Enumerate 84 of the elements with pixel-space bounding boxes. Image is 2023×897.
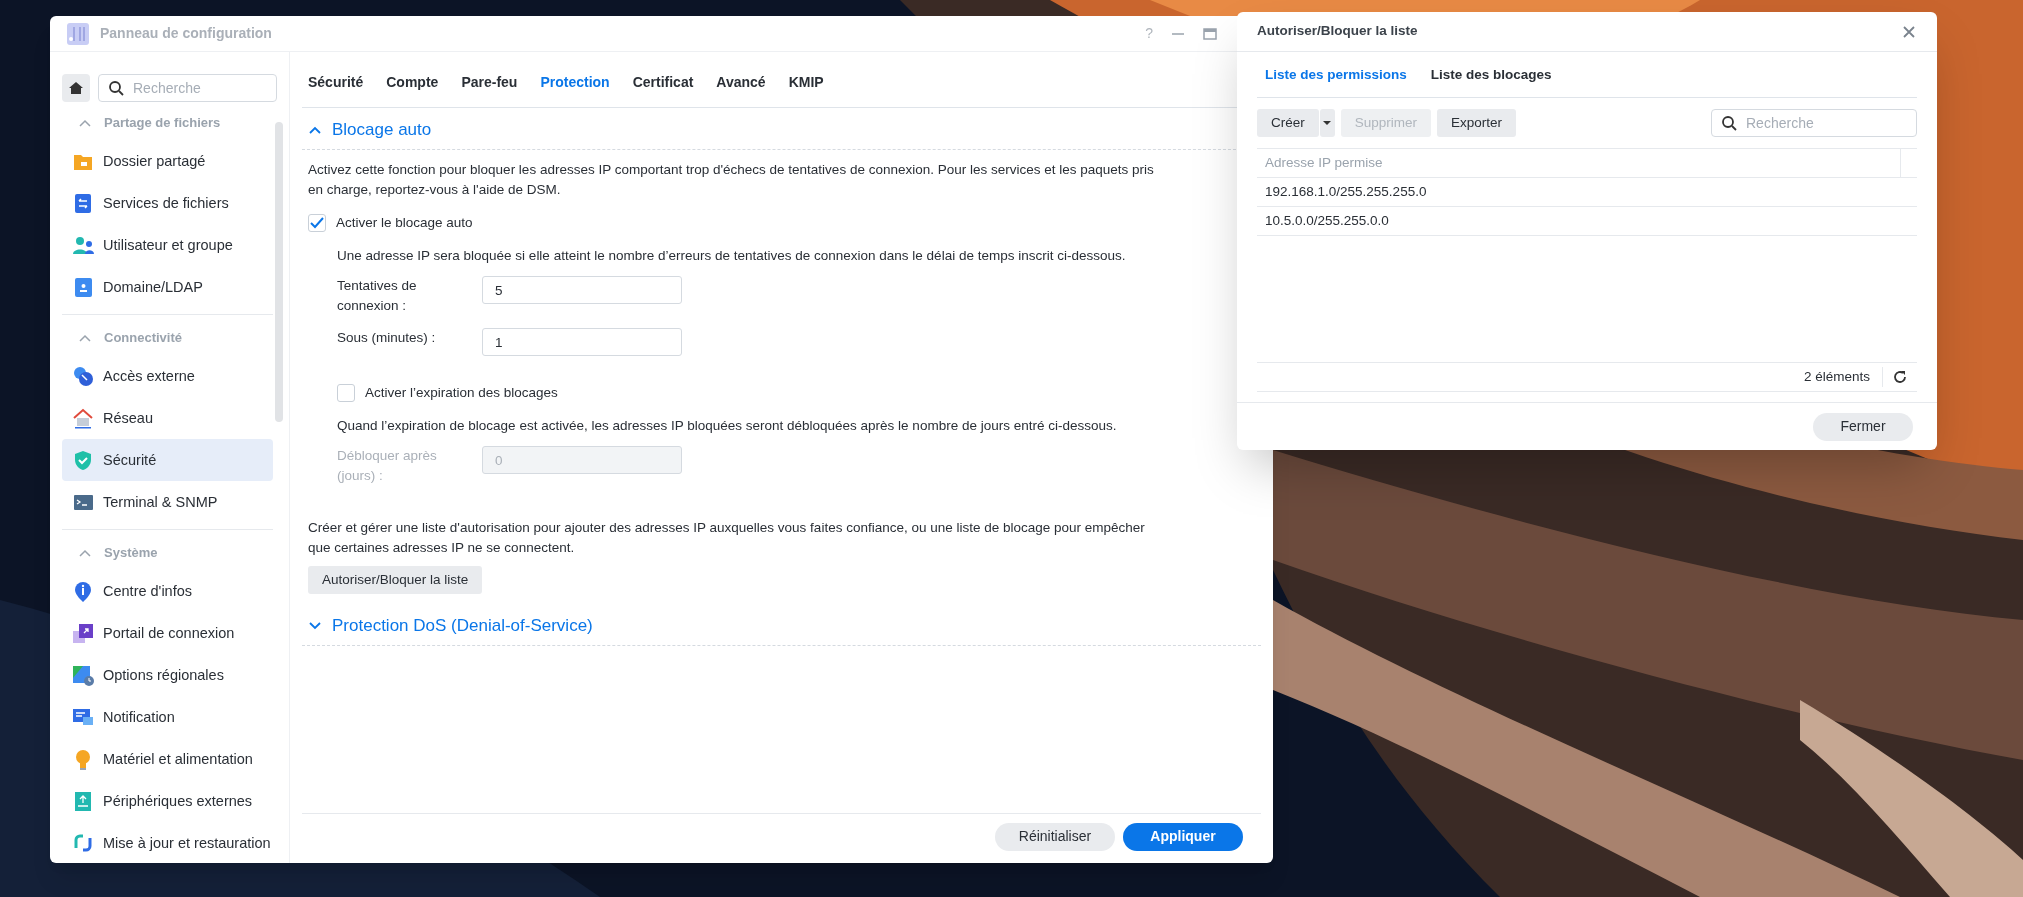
sidebar-item[interactable]: Domaine/LDAP — [62, 266, 273, 308]
contact-card-icon — [72, 276, 94, 298]
apply-button[interactable]: Appliquer — [1123, 822, 1243, 851]
minimize-icon — [1171, 32, 1185, 35]
sidebar-item[interactable]: Sécurité — [62, 439, 273, 481]
sidebar-item[interactable]: Options régionales — [62, 654, 273, 696]
search-icon — [1721, 115, 1737, 131]
checkbox-label: Activer le blocage auto — [336, 213, 473, 232]
maximize-icon — [1203, 26, 1217, 41]
map-clock-icon — [72, 664, 94, 686]
note-text: Une adresse IP sera bloquée si elle atteint le nombre d’erreurs de tentatives de connexion dans le délai de temps inscrit ci-dessous. — [336, 247, 1127, 265]
close-icon — [1903, 25, 1915, 38]
reset-button[interactable]: Réinitialiser — [995, 822, 1115, 851]
list-button[interactable]: Autoriser/Bloquer la liste — [308, 566, 483, 594]
sidebar-item[interactable]: Portail de connexion — [62, 612, 273, 654]
refresh-icon — [1893, 370, 1907, 384]
tab[interactable]: Protection — [540, 72, 610, 107]
item-count: 2 éléments — [1803, 366, 1883, 388]
description-text: Créer et gérer une liste d'autorisation pour ajouter des adresses IP auxquelles vous faites confiance, ou une liste de blocage pour empêcher que certaines adresses IP ne se connectent. — [308, 519, 1146, 557]
description-text: Activez cette fonction pour bloquer les adresses IP comportant trop d'échecs de tentatives de connexion. Pour les services et les paquets pris en charge, reportez-vous à l'aide de DSM. — [308, 161, 1155, 199]
tab[interactable]: Avancé — [716, 72, 766, 107]
note-text: Quand l’expiration de blocage est activée, les adresses IP bloquées seront débloquées après le nombre de jours entré ci-dessous. — [336, 417, 1118, 435]
sliders-icon — [66, 21, 90, 46]
tab[interactable]: Liste des blocages — [1430, 64, 1552, 97]
home-icon — [68, 80, 84, 96]
field-label: Sous (minutes) : — [337, 329, 437, 347]
close-dialog-button[interactable]: Fermer — [1813, 412, 1913, 441]
link-circles-icon — [72, 365, 94, 387]
checkbox-label: Activer l’expiration des blocages — [365, 383, 558, 402]
section-header[interactable]: Protection DoS (Denial-of-Service) — [308, 606, 593, 645]
table-cell-text: 10.5.0.0/255.255.0.0 — [1264, 211, 1390, 230]
field-label: Débloquer après (jours) : — [337, 447, 438, 485]
create-button[interactable]: Créer — [1257, 109, 1319, 137]
tab[interactable]: KMIP — [788, 72, 824, 107]
sidebar-item[interactable]: Périphériques externes — [62, 780, 273, 822]
caret-up-icon — [308, 124, 322, 135]
sidebar-item[interactable]: Utilisateur et groupe — [62, 224, 273, 266]
export-button[interactable]: Exporter — [1437, 109, 1517, 137]
tab[interactable]: Pare-feu — [461, 72, 518, 107]
sidebar-item[interactable]: Dossier partagé — [62, 140, 273, 182]
upload-drive-icon — [72, 790, 94, 812]
sidebar-item[interactable]: Terminal & SNMP — [62, 481, 273, 523]
field-label: Tentatives de connexion : — [337, 277, 418, 315]
tab[interactable]: Certificat — [632, 72, 694, 107]
sync-arrows-icon — [72, 832, 94, 854]
caret-up-icon — [78, 548, 92, 558]
search-icon — [108, 80, 124, 96]
scrollbar[interactable] — [275, 122, 283, 422]
tab[interactable]: Liste des permissions — [1265, 64, 1407, 97]
caret-down-icon — [1323, 120, 1332, 126]
table-cell-text: 192.168.1.0/255.255.255.0 — [1264, 182, 1428, 201]
chat-bubbles-icon — [72, 706, 94, 728]
input-field[interactable]: 1 — [482, 328, 682, 356]
sidebar-item[interactable]: Accès externe — [62, 355, 273, 397]
sidebar-item[interactable]: Matériel et alimentation — [62, 738, 273, 780]
window-title: Panneau de configuration — [100, 24, 272, 43]
input-field[interactable]: 5 — [482, 276, 682, 304]
sidebar-item[interactable]: Services de fichiers — [62, 182, 273, 224]
shield-check-icon — [72, 449, 94, 471]
column-header: Adresse IP permise — [1257, 149, 1901, 177]
checkbox[interactable] — [337, 384, 355, 402]
dialog-title: Autoriser/Bloquer la liste — [1257, 22, 1418, 41]
search-field[interactable]: Recherche — [1711, 109, 1917, 137]
home-button[interactable] — [62, 74, 90, 102]
section-header[interactable]: Blocage auto — [308, 110, 432, 149]
caret-up-icon — [78, 118, 92, 128]
tab[interactable]: Compte — [386, 72, 439, 107]
sidebar-item[interactable]: Réseau — [62, 397, 273, 439]
info-pin-icon — [72, 580, 94, 602]
tab[interactable]: Sécurité — [308, 72, 364, 107]
checkmark-icon — [310, 217, 324, 229]
sidebar-item[interactable]: Mise à jour et restauration — [62, 822, 273, 863]
search-field[interactable]: Recherche — [98, 74, 277, 102]
close-button[interactable] — [1901, 23, 1917, 40]
checkbox[interactable] — [308, 214, 326, 232]
sidebar-item[interactable]: Centre d'infos — [62, 570, 273, 612]
portal-squares-icon — [72, 622, 94, 644]
users-icon — [72, 234, 94, 256]
caret-down-icon — [308, 620, 322, 631]
dropdown-button[interactable] — [1319, 109, 1335, 137]
arrows-document-icon — [72, 192, 94, 214]
house-icon — [72, 407, 94, 429]
sidebar-item[interactable]: Notification — [62, 696, 273, 738]
caret-up-icon — [78, 333, 92, 343]
